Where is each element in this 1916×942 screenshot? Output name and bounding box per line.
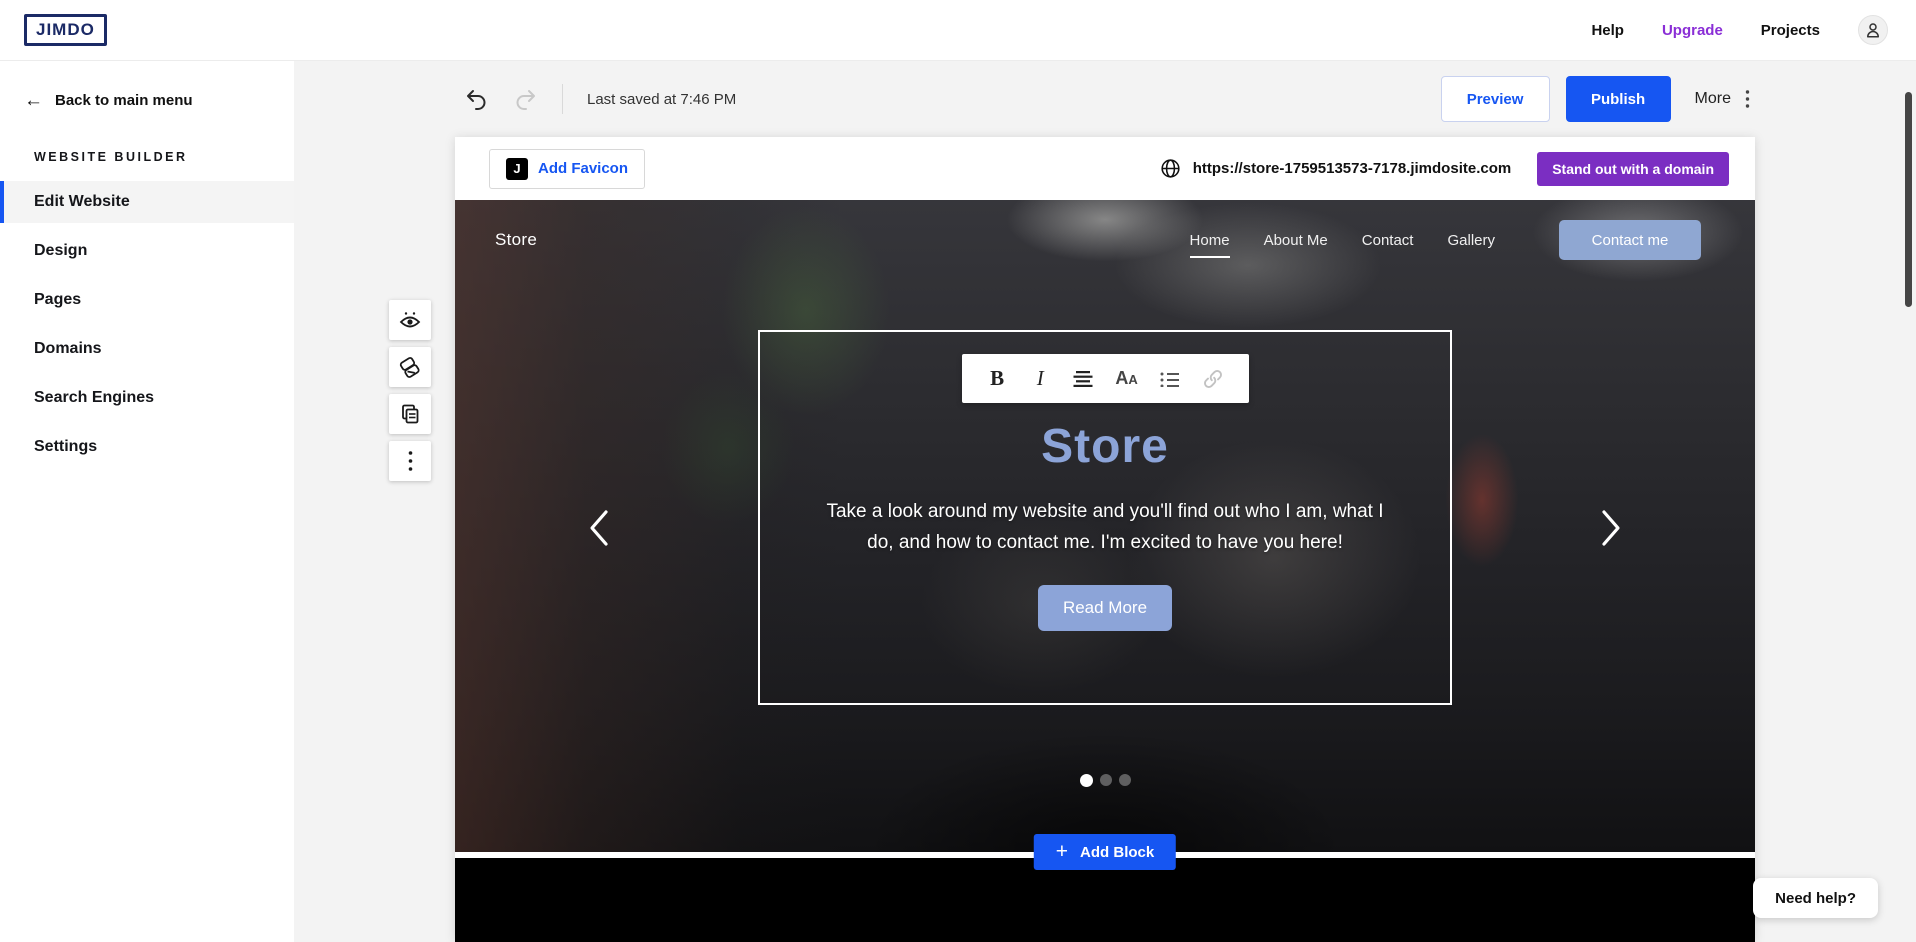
kebab-menu-icon xyxy=(1745,89,1750,109)
block-style-button[interactable] xyxy=(389,347,431,387)
upgrade-link[interactable]: Upgrade xyxy=(1662,22,1723,39)
site-url[interactable]: https://store-1759513573-7178.jimdosite.… xyxy=(1193,160,1511,177)
page-scrollbar[interactable] xyxy=(1905,92,1912,307)
account-avatar[interactable] xyxy=(1858,15,1888,45)
italic-button[interactable]: I xyxy=(1025,364,1055,394)
style-swatch-icon xyxy=(398,355,422,379)
bold-button[interactable]: B xyxy=(982,364,1012,394)
align-button[interactable] xyxy=(1068,364,1098,394)
block-tool-column xyxy=(389,300,431,481)
sidebar-section-title: WEBSITE BUILDER xyxy=(0,110,294,174)
carousel-prev-button[interactable] xyxy=(581,508,617,544)
add-favicon-button[interactable]: J Add Favicon xyxy=(489,149,645,189)
redo-icon xyxy=(514,87,538,111)
sidebar-item-design[interactable]: Design xyxy=(0,230,294,272)
toolbar-divider xyxy=(562,84,563,114)
read-more-button[interactable]: Read More xyxy=(1038,585,1172,631)
about-me-title: About Me xyxy=(1000,936,1210,942)
redo-button[interactable] xyxy=(514,87,538,111)
italic-icon: I xyxy=(1037,366,1044,391)
carousel-dot-2[interactable] xyxy=(1100,774,1112,786)
need-help-button[interactable]: Need help? xyxy=(1753,878,1878,918)
list-button[interactable] xyxy=(1155,364,1185,394)
nav-link-home[interactable]: Home xyxy=(1190,232,1230,249)
user-icon xyxy=(1864,21,1882,39)
kebab-menu-icon xyxy=(408,450,413,472)
list-icon xyxy=(1160,371,1180,387)
align-center-icon xyxy=(1073,370,1093,388)
more-label: More xyxy=(1695,90,1731,108)
sidebar: ← Back to main menu WEBSITE BUILDER Edit… xyxy=(0,61,294,942)
nav-link-gallery[interactable]: Gallery xyxy=(1447,232,1495,249)
font-style-button[interactable]: AA xyxy=(1112,364,1142,394)
editor-toolbar: Last saved at 7:46 PM Preview Publish Mo… xyxy=(294,61,1916,137)
stand-out-domain-button[interactable]: Stand out with a domain xyxy=(1537,152,1729,186)
undo-button[interactable] xyxy=(464,87,488,111)
carousel-dots xyxy=(455,774,1755,787)
sidebar-item-pages[interactable]: Pages xyxy=(0,279,294,321)
jimdo-logo[interactable]: JIMDO xyxy=(24,14,107,46)
nav-link-about-me[interactable]: About Me xyxy=(1264,232,1328,249)
publish-button[interactable]: Publish xyxy=(1566,76,1671,122)
editor-main: Last saved at 7:46 PM Preview Publish Mo… xyxy=(294,61,1916,942)
block-more-options-button[interactable] xyxy=(389,441,431,481)
back-label: Back to main menu xyxy=(55,92,193,109)
carousel-dot-3[interactable] xyxy=(1119,774,1131,786)
chevron-left-icon xyxy=(584,508,614,548)
undo-icon xyxy=(464,87,488,111)
hero-text[interactable]: Take a look around my website and you'll… xyxy=(813,496,1398,559)
link-button[interactable] xyxy=(1198,364,1228,394)
sidebar-item-edit-website[interactable]: Edit Website xyxy=(0,181,294,223)
toggle-visibility-button[interactable] xyxy=(389,300,431,340)
app-header: JIMDO Help Upgrade Projects xyxy=(0,0,1916,61)
hero-section[interactable]: Store Home About Me Contact Gallery Cont… xyxy=(455,200,1755,852)
add-block-button[interactable]: + Add Block xyxy=(1034,834,1176,870)
favicon-placeholder-icon: J xyxy=(506,158,528,180)
sidebar-item-search-engines[interactable]: Search Engines xyxy=(0,377,294,419)
bold-icon: B xyxy=(990,366,1004,391)
site-navbar: Store Home About Me Contact Gallery Cont… xyxy=(455,220,1755,260)
more-menu[interactable]: More xyxy=(1695,89,1750,109)
font-icon: AA xyxy=(1115,368,1137,389)
carousel-next-button[interactable] xyxy=(1593,508,1629,544)
link-icon xyxy=(1201,367,1225,391)
projects-link[interactable]: Projects xyxy=(1761,22,1820,39)
carousel-dot-1[interactable] xyxy=(1080,774,1093,787)
site-brand[interactable]: Store xyxy=(495,230,537,250)
sidebar-item-domains[interactable]: Domains xyxy=(0,328,294,370)
back-to-main-menu[interactable]: ← Back to main menu xyxy=(0,61,294,110)
selected-block-frame[interactable]: B I AA xyxy=(758,330,1452,705)
eye-icon xyxy=(398,308,422,332)
nav-link-contact[interactable]: Contact xyxy=(1362,232,1414,249)
text-format-toolbar: B I AA xyxy=(962,354,1249,403)
duplicate-block-button[interactable] xyxy=(389,394,431,434)
last-saved-status: Last saved at 7:46 PM xyxy=(587,91,736,108)
hero-title[interactable]: Store xyxy=(1041,419,1169,474)
site-preview-canvas: J Add Favicon https://store-1759513573-7… xyxy=(455,137,1755,942)
contact-me-button[interactable]: Contact me xyxy=(1559,220,1701,260)
copy-icon xyxy=(398,402,422,426)
help-link[interactable]: Help xyxy=(1591,22,1624,39)
preview-button[interactable]: Preview xyxy=(1441,76,1550,122)
about-me-section[interactable]: About Me xyxy=(455,858,1755,942)
back-arrow-icon: ← xyxy=(24,91,43,110)
sidebar-item-settings[interactable]: Settings xyxy=(0,426,294,468)
jimdo-editor: JIMDO Help Upgrade Projects ← Back to ma… xyxy=(0,0,1916,942)
globe-icon xyxy=(1160,158,1181,179)
add-block-label: Add Block xyxy=(1080,844,1154,861)
add-favicon-label: Add Favicon xyxy=(538,160,628,177)
favicon-url-bar: J Add Favicon https://store-1759513573-7… xyxy=(455,137,1755,200)
chevron-right-icon xyxy=(1596,508,1626,548)
plus-icon: + xyxy=(1056,841,1068,862)
